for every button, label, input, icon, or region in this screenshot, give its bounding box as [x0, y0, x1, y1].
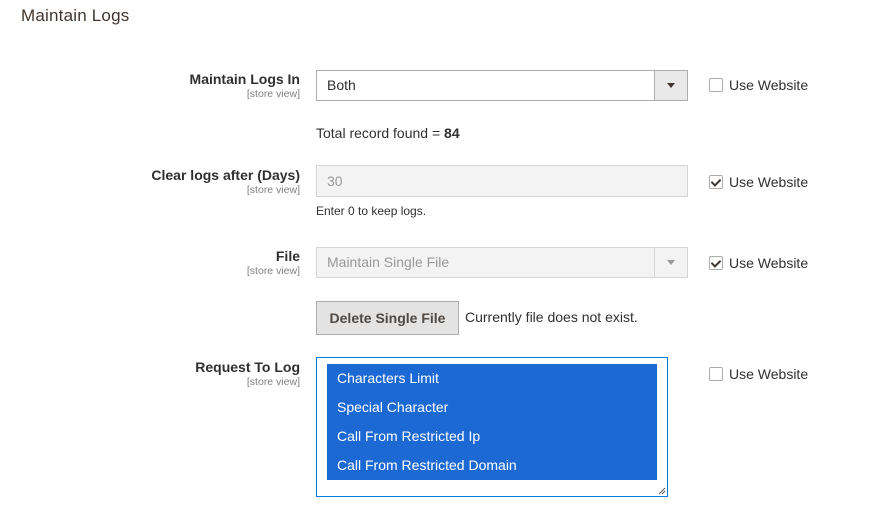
clear-logs-note: Enter 0 to keep logs. [316, 204, 427, 218]
use-website-checkbox[interactable] [709, 78, 723, 92]
dropdown-arrow-button[interactable] [654, 248, 687, 277]
maintain-logs-in-use-website[interactable]: Use Website [709, 77, 808, 93]
option-call-from-restricted-domain[interactable]: Call From Restricted Domain [327, 451, 657, 480]
maintain-logs-in-value: Both [327, 77, 356, 93]
file-label-text: File [275, 248, 300, 264]
section-title: Maintain Logs [21, 6, 130, 25]
clear-logs-label-text: Clear logs after (Days) [151, 167, 300, 183]
clear-logs-label: Clear logs after (Days) [store view] [151, 167, 300, 196]
option-call-from-restricted-ip[interactable]: Call From Restricted Ip [327, 422, 657, 451]
file-value: Maintain Single File [327, 254, 450, 270]
clear-logs-use-website[interactable]: Use Website [709, 174, 808, 190]
total-record-prefix: Total record found = [316, 125, 445, 141]
maintain-logs-in-select[interactable]: Both [316, 70, 688, 101]
option-special-character[interactable]: Special Character [327, 393, 657, 422]
chevron-down-icon [667, 83, 675, 88]
maintain-logs-in-label-text: Maintain Logs In [189, 71, 300, 87]
maintain-logs-in-scope: [store view] [246, 88, 300, 100]
request-to-log-label-text: Request To Log [195, 359, 300, 375]
clear-logs-days-input[interactable]: 30 [316, 165, 688, 197]
file-label: File [store view] [247, 248, 300, 277]
use-website-label: Use Website [729, 77, 809, 93]
maintain-logs-in-label: Maintain Logs In [store view] [190, 71, 300, 100]
request-to-log-use-website[interactable]: Use Website [709, 366, 808, 382]
use-website-checkbox[interactable] [709, 175, 723, 189]
file-status-text: Currently file does not exist. [465, 309, 638, 325]
resize-handle-icon[interactable] [658, 487, 666, 495]
use-website-label: Use Website [729, 255, 809, 271]
use-website-label: Use Website [729, 366, 809, 382]
request-to-log-scope: [store view] [246, 376, 300, 388]
file-use-website[interactable]: Use Website [709, 255, 808, 271]
total-record-text: Total record found = 84 [316, 125, 460, 141]
file-select[interactable]: Maintain Single File [316, 247, 688, 278]
options-list: Characters Limit Special Character Call … [327, 364, 657, 480]
clear-logs-days-value: 30 [327, 173, 343, 189]
chevron-down-icon [667, 260, 675, 265]
use-website-label: Use Website [729, 174, 809, 190]
total-record-count: 84 [444, 125, 460, 141]
use-website-checkbox[interactable] [709, 367, 723, 381]
use-website-checkbox[interactable] [709, 256, 723, 270]
request-to-log-multiselect[interactable]: Characters Limit Special Character Call … [316, 357, 668, 497]
delete-single-file-button[interactable]: Delete Single File [316, 301, 459, 335]
option-characters-limit[interactable]: Characters Limit [327, 364, 657, 393]
clear-logs-scope: [store view] [246, 184, 300, 196]
request-to-log-label: Request To Log [store view] [195, 359, 300, 388]
file-scope: [store view] [246, 265, 300, 277]
dropdown-arrow-button[interactable] [654, 71, 687, 100]
